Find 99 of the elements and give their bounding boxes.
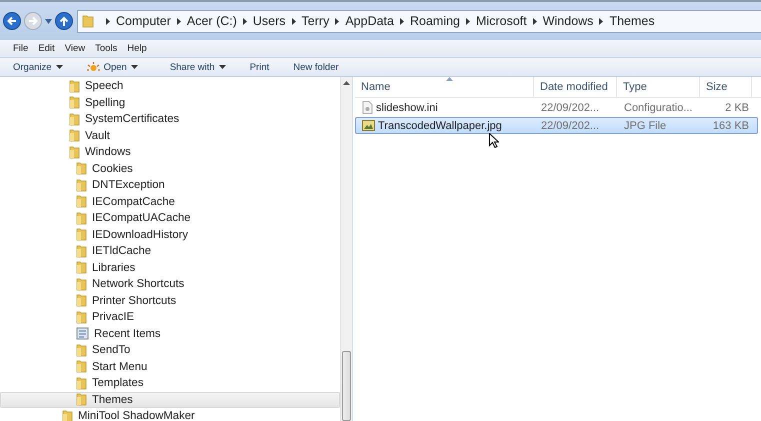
column-header[interactable]: Size bbox=[700, 77, 752, 97]
chevron-icon[interactable] bbox=[599, 18, 604, 24]
breadcrumb[interactable]: Acer (C:) bbox=[186, 14, 237, 28]
folder-icon bbox=[76, 344, 87, 357]
image-file-icon bbox=[362, 120, 375, 131]
column-header[interactable]: Type bbox=[617, 77, 700, 97]
chevron-icon[interactable] bbox=[335, 18, 340, 24]
folder-icon bbox=[62, 410, 73, 421]
breadcrumb[interactable]: Windows bbox=[542, 14, 594, 28]
file-row[interactable]: slideshow.ini 22/09/202... Configuratio... 2 KB bbox=[355, 99, 758, 116]
folder-icon bbox=[76, 294, 87, 308]
tree-item[interactable]: Spelling bbox=[0, 94, 340, 111]
folder-icon bbox=[76, 278, 87, 291]
tree-item[interactable]: Templates bbox=[0, 375, 340, 392]
breadcrumb[interactable]: AppData bbox=[345, 14, 394, 28]
mouse-pointer-icon bbox=[489, 133, 499, 148]
breadcrumb[interactable]: Users bbox=[252, 14, 286, 28]
folder-icon bbox=[69, 80, 80, 93]
up-button[interactable] bbox=[54, 11, 74, 31]
toolbar-button[interactable]: Organize bbox=[6, 62, 70, 72]
recent-items-icon bbox=[76, 327, 89, 340]
address-bar[interactable]: Computer Acer (C:) Users Terry AppData Roaming Microsoft Windows Themes bbox=[77, 10, 761, 32]
file-size: 2 KB bbox=[724, 102, 750, 114]
tree-item[interactable]: Speech bbox=[0, 78, 340, 94]
tree-item[interactable]: Recent Items bbox=[0, 326, 340, 342]
caret-icon[interactable] bbox=[45, 18, 52, 24]
folder-icon bbox=[76, 360, 87, 374]
tree-item[interactable]: Libraries bbox=[0, 260, 340, 276]
toolbar-button[interactable]: Print bbox=[242, 62, 276, 72]
breadcrumb[interactable]: Microsoft bbox=[476, 14, 527, 28]
tree-item[interactable]: Start Menu bbox=[0, 358, 340, 375]
file-name: TranscodedWallpaper.jpg bbox=[378, 120, 502, 132]
chevron-icon[interactable] bbox=[400, 18, 404, 24]
scrollbar[interactable] bbox=[340, 77, 352, 421]
chevron-icon[interactable] bbox=[532, 18, 537, 24]
folder-icon bbox=[69, 96, 80, 110]
tree-item[interactable]: Printer Shortcuts bbox=[0, 292, 340, 309]
folder-icon bbox=[76, 393, 87, 406]
folder-icon bbox=[76, 162, 87, 176]
folder-icon bbox=[76, 195, 87, 208]
tree-item[interactable]: Network Shortcuts bbox=[0, 276, 340, 292]
folder-icon bbox=[76, 261, 87, 274]
file-type: Configuratio... bbox=[623, 102, 694, 114]
folder-icon bbox=[76, 244, 87, 258]
file-name: slideshow.ini bbox=[376, 102, 438, 114]
column-header[interactable]: Date modified bbox=[534, 77, 617, 97]
back-button[interactable] bbox=[2, 11, 22, 31]
file-row[interactable]: TranscodedWallpaper.jpg 22/09/202... JPG File 163 KB bbox=[355, 117, 758, 134]
folder-icon bbox=[76, 178, 87, 192]
folder-icon bbox=[69, 146, 80, 159]
tree-item[interactable]: PrivacIE bbox=[0, 309, 340, 326]
folder-icon bbox=[69, 129, 80, 142]
scroll-up-icon[interactable] bbox=[343, 81, 350, 85]
folder-icon bbox=[82, 14, 94, 28]
folder-icon bbox=[76, 310, 87, 324]
chevron-icon[interactable] bbox=[176, 18, 181, 24]
tree-item[interactable]: Vault bbox=[0, 128, 340, 144]
folder-icon bbox=[76, 212, 87, 225]
folder-icon bbox=[76, 228, 87, 242]
date-modified: 22/09/202... bbox=[540, 120, 600, 132]
tree-item[interactable]: IEDownloadHistory bbox=[0, 226, 340, 243]
tree-item[interactable]: DNTException bbox=[0, 177, 340, 194]
file-size: 163 KB bbox=[712, 120, 750, 132]
caret-icon bbox=[130, 65, 138, 69]
chevron-icon[interactable] bbox=[292, 18, 296, 24]
toolbar-button[interactable]: Open bbox=[80, 62, 145, 72]
folder-icon bbox=[76, 376, 87, 390]
tree-item[interactable]: SendTo bbox=[0, 342, 340, 358]
breadcrumb[interactable]: Themes bbox=[609, 14, 655, 28]
tree-item[interactable]: MiniTool ShadowMaker bbox=[0, 408, 340, 421]
chevron-icon[interactable] bbox=[466, 18, 470, 24]
tree-item[interactable]: Cookies bbox=[0, 160, 340, 177]
open-icon bbox=[86, 62, 100, 72]
menu-item[interactable]: View bbox=[60, 43, 90, 54]
menu-item[interactable]: File bbox=[8, 43, 34, 54]
date-modified: 22/09/202... bbox=[540, 102, 600, 114]
file-type: JPG File bbox=[623, 120, 668, 132]
caret-icon bbox=[218, 65, 226, 69]
breadcrumb[interactable]: Roaming bbox=[410, 14, 460, 28]
breadcrumb[interactable]: Terry bbox=[302, 14, 330, 28]
menu-item[interactable]: Tools bbox=[90, 43, 122, 54]
tree-item[interactable]: Themes bbox=[0, 392, 340, 408]
tree-item[interactable]: SystemCertificates bbox=[0, 111, 340, 128]
toolbar-button[interactable]: New folder bbox=[286, 62, 346, 72]
sort-arrow-icon bbox=[446, 77, 453, 81]
tree-item[interactable]: IETldCache bbox=[0, 243, 340, 260]
chevron-icon[interactable] bbox=[242, 18, 247, 24]
folder-icon bbox=[69, 112, 80, 126]
breadcrumb[interactable]: Computer bbox=[116, 14, 171, 28]
menu-item[interactable]: Edit bbox=[33, 43, 60, 54]
scroll-thumb[interactable] bbox=[342, 351, 351, 421]
toolbar-button[interactable]: Share with bbox=[162, 62, 233, 72]
caret-icon bbox=[56, 65, 63, 69]
tree-item[interactable]: IECompatUACache bbox=[0, 210, 340, 226]
tree-item[interactable]: IECompatCache bbox=[0, 194, 340, 210]
menu-item[interactable]: Help bbox=[122, 43, 152, 54]
chevron-icon[interactable] bbox=[106, 18, 110, 24]
tree-item[interactable]: Windows bbox=[0, 144, 340, 160]
settings-file-icon bbox=[362, 101, 373, 114]
